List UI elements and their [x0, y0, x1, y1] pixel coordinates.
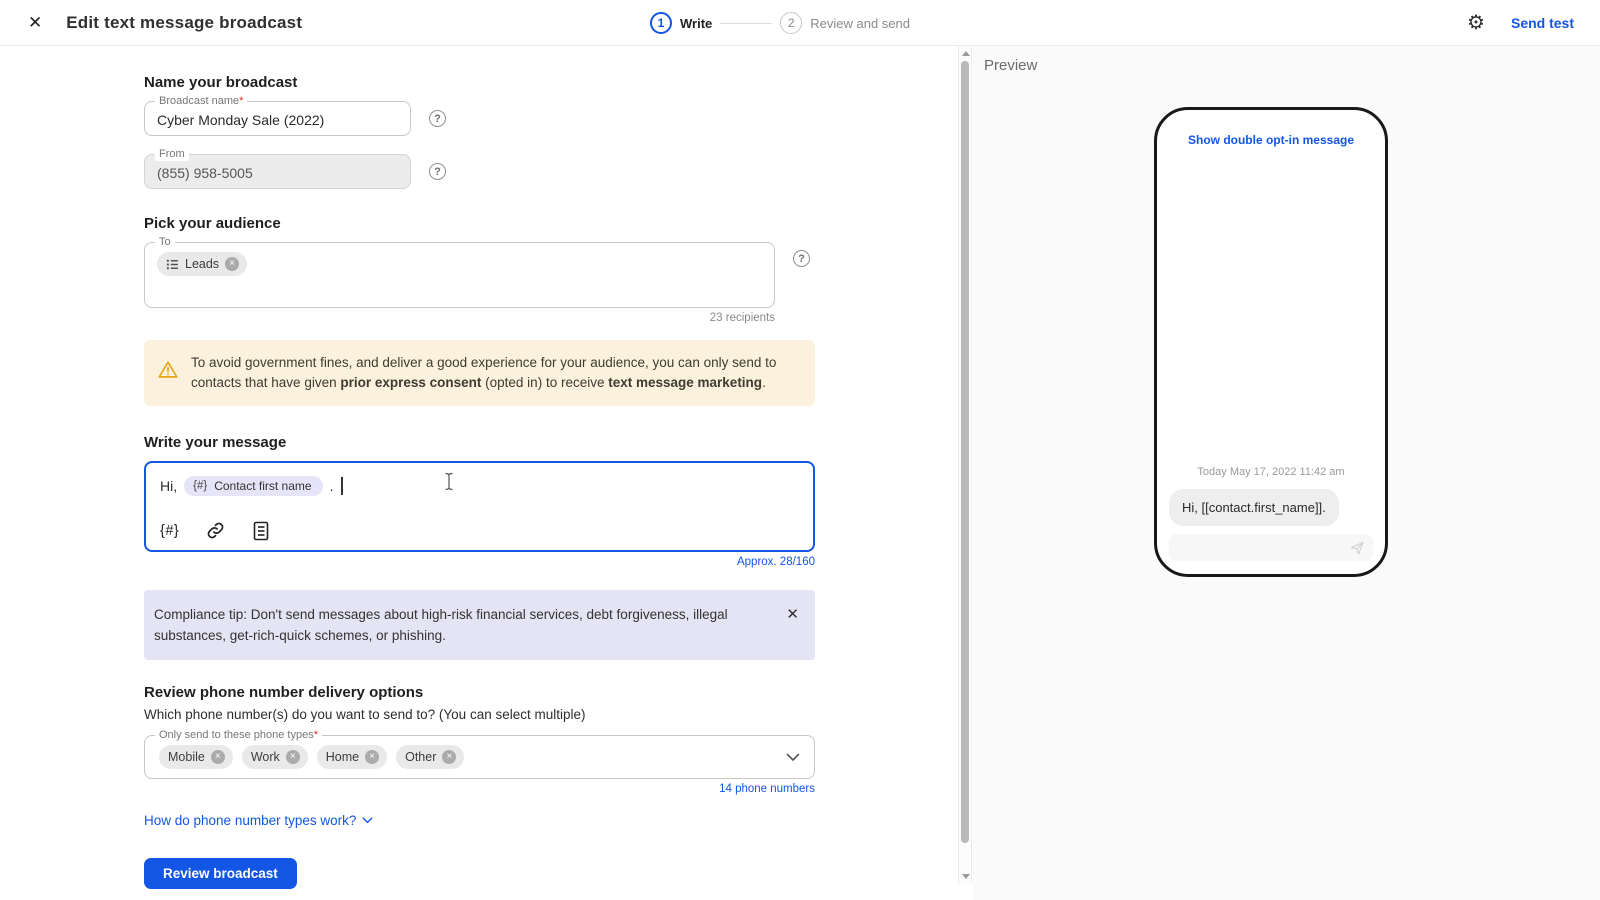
merge-field-icon: {#} [193, 480, 207, 492]
vertical-scrollbar[interactable] [958, 46, 972, 884]
character-count: Approx. 28/160 [144, 556, 815, 568]
to-field[interactable]: To Leads × [144, 242, 775, 308]
close-icon: ✕ [28, 13, 42, 32]
phone-type-chip-home[interactable]: Home × [317, 745, 387, 769]
scroll-down-arrow[interactable] [962, 874, 970, 879]
phone-types-select[interactable]: Only send to these phone types* Mobile ×… [144, 735, 815, 779]
review-broadcast-button[interactable]: Review broadcast [144, 858, 297, 889]
from-help-icon[interactable]: ? [429, 163, 446, 180]
broadcast-name-field-wrap: Broadcast name* [144, 101, 411, 136]
preview-title: Preview [984, 57, 1037, 74]
stepper: 1 Write 2 Review and send [650, 0, 910, 46]
chevron-down-icon [362, 817, 373, 824]
message-content: Hi, {#} Contact first name . [160, 476, 799, 496]
preview-panel: Preview Show double opt-in message Today… [973, 46, 1600, 900]
consent-warning-banner: To avoid government fines, and deliver a… [144, 340, 815, 406]
consent-warning-text: To avoid government fines, and deliver a… [191, 353, 799, 393]
list-icon [166, 258, 179, 271]
document-icon [252, 521, 270, 541]
from-label: From [155, 147, 189, 161]
gear-icon[interactable]: ⚙ [1467, 13, 1485, 33]
step-2-circle: 2 [780, 12, 802, 34]
preview-input-bar [1169, 534, 1373, 561]
audience-chip-label: Leads [185, 257, 219, 271]
from-field-wrap: From [144, 154, 411, 189]
message-composer[interactable]: Hi, {#} Contact first name . {#} [144, 461, 815, 552]
page-title: Edit text message broadcast [66, 13, 302, 33]
scroll-up-arrow[interactable] [962, 51, 970, 56]
name-section-heading: Name your broadcast [144, 74, 958, 91]
delivery-section-heading: Review phone number delivery options [144, 684, 958, 701]
recipients-count: 23 recipients [144, 312, 775, 324]
to-row: To Leads × ? [144, 242, 958, 308]
show-double-opt-in-link[interactable]: Show double opt-in message [1157, 133, 1385, 147]
remove-work-chip-icon[interactable]: × [286, 750, 300, 764]
required-asterisk: * [239, 95, 243, 107]
audience-chip-leads[interactable]: Leads × [157, 252, 247, 276]
preview-timestamp: Today May 17, 2022 11:42 am [1157, 466, 1385, 478]
step-review-and-send[interactable]: 2 Review and send [780, 12, 910, 34]
phone-type-chip-other[interactable]: Other × [396, 745, 464, 769]
stepper-connector [720, 23, 772, 24]
chevron-down-icon[interactable] [786, 753, 800, 762]
phone-mockup: Show double opt-in message Today May 17,… [1154, 107, 1388, 577]
phone-type-chip-work[interactable]: Work × [242, 745, 308, 769]
remove-leads-chip-icon[interactable]: × [225, 257, 239, 271]
remove-home-chip-icon[interactable]: × [365, 750, 379, 764]
templates-button[interactable] [252, 521, 270, 541]
message-text-after: . [330, 478, 334, 494]
remove-other-chip-icon[interactable]: × [442, 750, 456, 764]
audience-section-heading: Pick your audience [144, 215, 958, 232]
phone-numbers-count: 14 phone numbers [144, 783, 815, 795]
close-button[interactable]: ✕ [26, 12, 44, 33]
dismiss-compliance-tip-icon[interactable]: ✕ [786, 604, 799, 646]
phone-type-chip-mobile[interactable]: Mobile × [159, 745, 233, 769]
broadcast-name-help-icon[interactable]: ? [429, 110, 446, 127]
required-asterisk: * [314, 729, 318, 741]
header: ✕ Edit text message broadcast 1 Write 2 … [0, 0, 1600, 46]
step-2-label: Review and send [810, 16, 910, 31]
link-icon [205, 520, 226, 541]
text-caret [341, 477, 343, 495]
preview-message-bubble: Hi, [[contact.first_name]]. [1169, 489, 1339, 526]
phone-types-help-link[interactable]: How do phone number types work? [144, 813, 373, 828]
to-help-icon[interactable]: ? [793, 250, 810, 267]
delivery-question: Which phone number(s) do you want to sen… [144, 707, 958, 722]
step-write[interactable]: 1 Write [650, 12, 712, 34]
consent-warning-bold-2: text message marketing [608, 375, 762, 390]
broadcast-name-label: Broadcast name* [155, 94, 247, 108]
merge-field-chip[interactable]: {#} Contact first name [184, 476, 322, 496]
scrollbar-thumb[interactable] [961, 61, 969, 843]
warning-triangle-icon [157, 359, 179, 381]
to-label: To [155, 235, 175, 249]
from-row: From ? [144, 154, 958, 189]
step-1-circle: 1 [650, 12, 672, 34]
message-text-before: Hi, [160, 478, 177, 494]
main-form-panel: Name your broadcast Broadcast name* ? Fr… [0, 46, 958, 900]
phone-types-label: Only send to these phone types* [155, 728, 322, 742]
insert-merge-field-button[interactable]: {#} [160, 523, 179, 539]
remove-mobile-chip-icon[interactable]: × [211, 750, 225, 764]
consent-warning-bold-1: prior express consent [340, 375, 481, 390]
insert-link-button[interactable] [205, 520, 226, 541]
composer-toolbar: {#} [160, 520, 270, 541]
broadcast-name-row: Broadcast name* ? [144, 101, 958, 136]
send-test-button[interactable]: Send test [1511, 15, 1574, 31]
send-paper-plane-icon [1349, 540, 1365, 556]
compliance-tip-banner: Compliance tip: Don't send messages abou… [144, 590, 815, 660]
step-1-label: Write [680, 16, 712, 31]
compliance-tip-text: Compliance tip: Don't send messages abou… [154, 604, 734, 646]
mouse-ibeam-cursor [443, 472, 455, 496]
header-actions: ⚙ Send test [1467, 13, 1574, 33]
broadcast-editor-screen: ✕ Edit text message broadcast 1 Write 2 … [0, 0, 1600, 900]
merge-field-label: Contact first name [214, 479, 311, 493]
message-section-heading: Write your message [144, 434, 958, 451]
